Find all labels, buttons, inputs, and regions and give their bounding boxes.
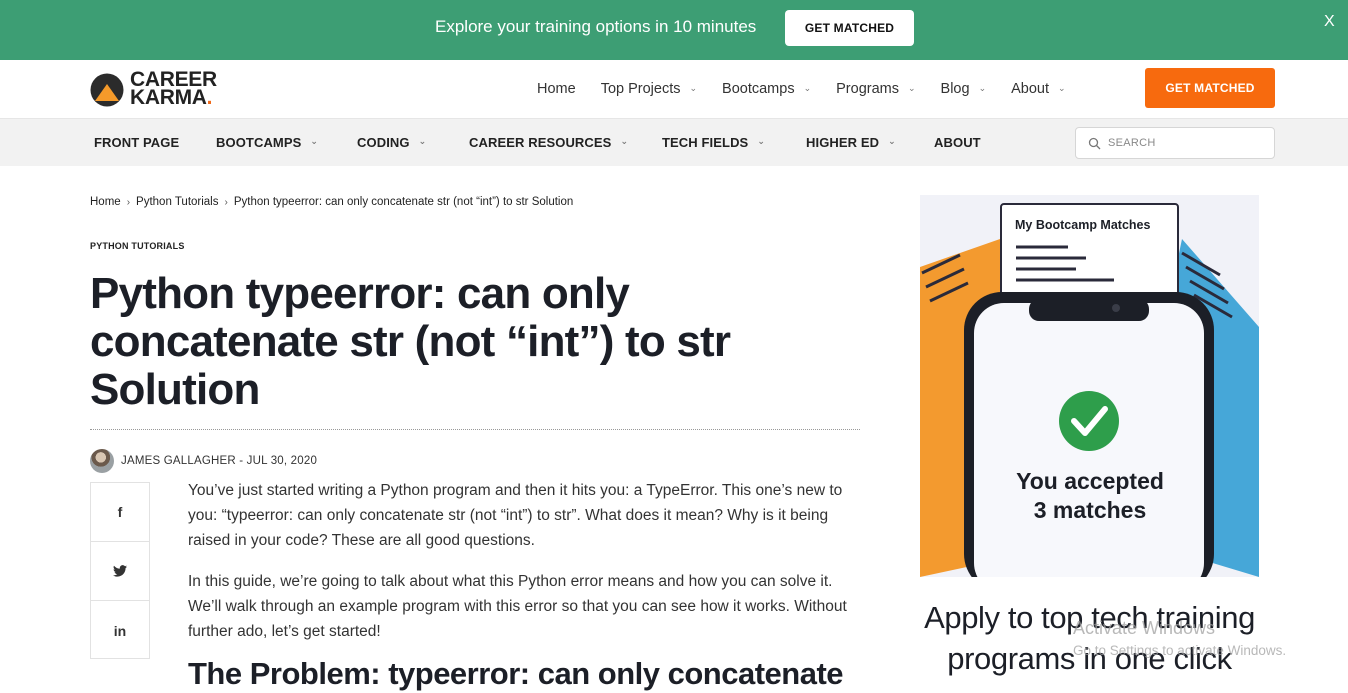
chevron-down-icon: ⌄ [418,136,427,146]
breadcrumb-python-tutorials[interactable]: Python Tutorials [136,196,218,208]
logo-wordmark: CAREER KARMA. [130,68,217,109]
share-buttons: f in [90,482,150,659]
chevron-right-icon: › [126,196,131,208]
author-name[interactable]: JAMES GALLAGHER [121,455,236,467]
linkedin-icon: in [113,622,127,639]
article-category[interactable]: PYTHON TUTORIALS [90,241,185,251]
article-paragraph: In this guide, we’re going to talk about… [188,573,847,640]
breadcrumb-current: Python typeerror: can only concatenate s… [233,196,574,208]
get-matched-button[interactable]: GET MATCHED [1145,68,1275,108]
twitter-share-button[interactable] [91,542,149,601]
twitter-icon [113,565,127,577]
chevron-right-icon: › [224,196,228,208]
catnav-career-resources[interactable]: CAREER RESOURCES ⌄ [469,135,628,150]
career-karma-logo[interactable]: CAREER KARMA. [90,68,230,109]
nav-programs[interactable]: Programs ⌄ [836,81,915,97]
logo-mark-icon [90,73,124,107]
chevron-down-icon: ⌄ [310,136,319,146]
search-input[interactable]: SEARCH [1075,127,1275,159]
section-heading: The Problem: typeerror: can only concate… [188,656,844,691]
category-nav: FRONT PAGE BOOTCAMPS ⌄ CODING ⌄ CAREER RES… [0,118,1348,166]
author-avatar[interactable] [90,449,114,473]
promo-text: Explore your training options in 10 minu… [435,17,757,36]
search-placeholder: SEARCH [1108,137,1156,149]
chevron-down-icon: ⌄ [803,82,812,93]
windows-activation-subtitle: Go to Settings to activate Windows. [1073,643,1287,658]
title-divider [90,429,860,430]
nav-blog[interactable]: Blog ⌄ [941,81,987,97]
catnav-bootcamps[interactable]: BOOTCAMPS ⌄ [216,135,318,150]
nav-top-projects[interactable]: Top Projects ⌄ [601,81,697,97]
chevron-down-icon: ⌄ [757,136,765,146]
nav-about[interactable]: About ⌄ [1011,81,1065,97]
nav-home[interactable]: Home [537,81,576,97]
promo-get-matched-button[interactable]: GET MATCHED [785,10,914,46]
byline: JAMES GALLAGHER - JUL 30, 2020 [90,449,317,473]
catnav-higher-ed[interactable]: HIGHER ED ⌄ [806,135,896,150]
article-paragraph: You’ve just started writing a Python pro… [188,482,843,549]
sidebar-ad-image[interactable]: My Bootcamp Matches You accepted 3 match… [920,195,1259,577]
facebook-icon: f [117,504,123,520]
search-icon [1088,137,1101,150]
publish-date: JUL 30, 2020 [246,455,318,467]
catnav-front-page[interactable]: FRONT PAGE [94,135,179,150]
byline-separator: - [235,455,247,467]
main-header: CAREER KARMA. Home Top Projects ⌄ Bootcam… [0,60,1348,118]
chevron-down-icon: ⌄ [907,82,916,93]
breadcrumb-home[interactable]: Home [90,196,121,208]
chevron-down-icon: ⌄ [888,136,896,146]
promo-banner: Explore your training options in 10 minu… [0,0,1348,60]
catnav-tech-fields[interactable]: TECH FIELDS ⌄ [662,135,765,150]
phone-message: You accepted 3 matches [1016,468,1164,523]
linkedin-share-button[interactable]: in [91,601,149,660]
nav-bootcamps[interactable]: Bootcamps ⌄ [722,81,811,97]
chevron-down-icon: ⌄ [689,82,698,93]
chevron-down-icon: ⌄ [978,82,987,93]
breadcrumb: Home › Python Tutorials › Python typeerr… [90,196,573,208]
promo-close-button[interactable]: X [1324,13,1335,31]
main-nav: Home Top Projects ⌄ Bootcamps ⌄ Programs ⌄ … [537,81,1091,97]
chevron-down-icon: ⌄ [1058,82,1066,93]
page-title: Python typeerror: can only concatenate s… [90,269,731,414]
catnav-coding[interactable]: CODING ⌄ [357,135,426,150]
chevron-down-icon: ⌄ [620,136,629,146]
card-title: My Bootcamp Matches [1015,218,1151,232]
windows-activation-watermark: Activate Windows [1073,618,1216,638]
facebook-share-button[interactable]: f [91,483,149,542]
catnav-about[interactable]: ABOUT [934,135,981,150]
